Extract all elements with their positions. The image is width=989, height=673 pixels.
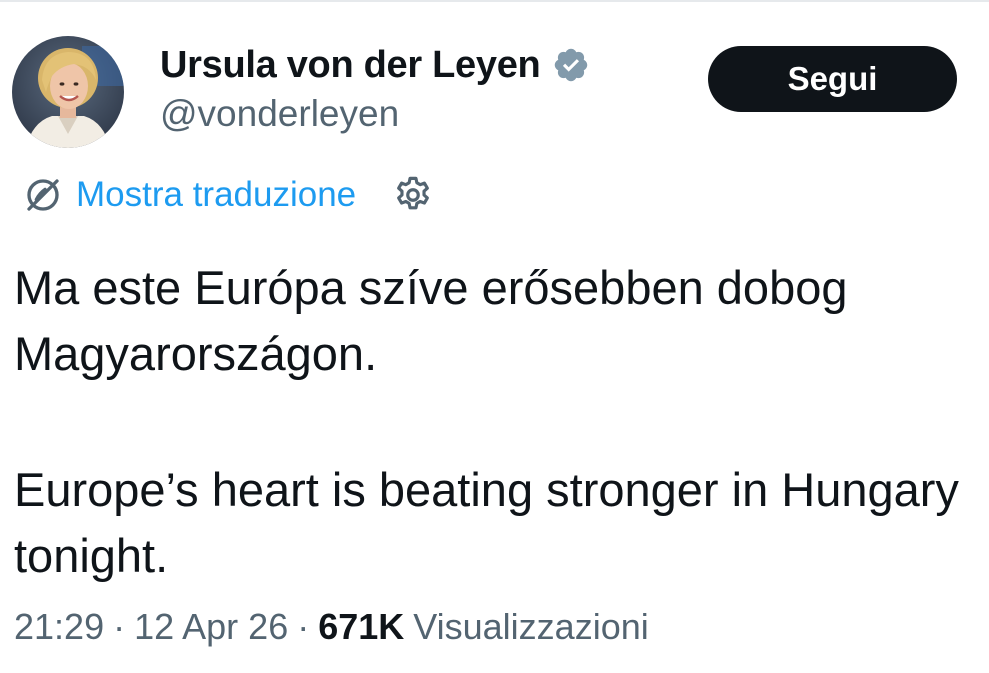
views-label[interactable]: Visualizzazioni [413, 606, 648, 648]
show-translation-link[interactable]: Mostra traduzione [22, 174, 356, 216]
tweet-time[interactable]: 21:29 [14, 606, 104, 648]
author-handle[interactable]: @vonderleyen [160, 93, 399, 135]
tweet-date[interactable]: 12 Apr 26 [134, 606, 288, 648]
avatar[interactable] [12, 36, 124, 148]
follow-button[interactable]: Segui [708, 46, 957, 112]
globe-slash-icon [22, 174, 64, 216]
translation-row: Mostra traduzione [22, 170, 434, 220]
author-display-name[interactable]: Ursula von der Leyen [160, 44, 541, 87]
profile-photo [12, 36, 124, 148]
tweet-paragraph-hungarian: Ma este Európa szíve erősebben dobog Mag… [14, 261, 848, 380]
show-translation-label: Mostra traduzione [76, 175, 357, 214]
meta-separator: · [297, 606, 310, 647]
tweet-paragraph-english: Europe’s heart is beating stronger in Hu… [14, 463, 959, 582]
views-count[interactable]: 671K [318, 606, 404, 648]
tweet-text: Ma este Európa szíve erősebben dobog Mag… [14, 255, 974, 589]
author-name-row: Ursula von der Leyen [160, 42, 590, 88]
tweet-meta: 21:29 · 12 Apr 26 · 671K Visualizzazioni [14, 606, 649, 648]
verified-badge-icon[interactable] [552, 46, 590, 84]
gear-icon[interactable] [392, 174, 434, 216]
top-divider [0, 0, 989, 2]
meta-separator: · [113, 606, 126, 647]
